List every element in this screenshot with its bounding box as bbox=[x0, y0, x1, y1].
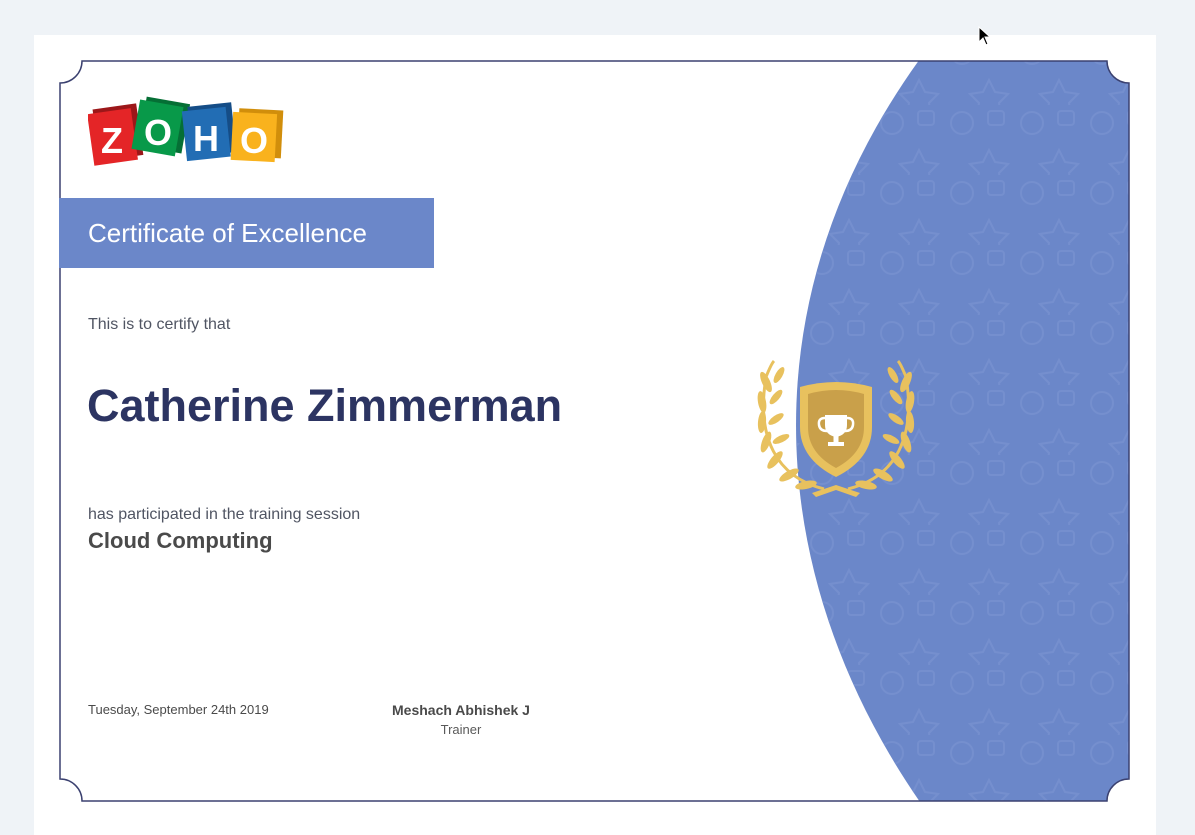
certify-intro-text: This is to certify that bbox=[88, 316, 231, 333]
logo-letter-z: Z bbox=[101, 120, 123, 161]
logo-letter-h: H bbox=[193, 118, 219, 159]
logo-letter-o: O bbox=[144, 112, 172, 153]
certificate-title: Certificate of Excellence bbox=[88, 218, 367, 248]
trainer-role: Trainer bbox=[440, 722, 482, 737]
zoho-logo: Z O H O bbox=[88, 96, 284, 166]
mouse-pointer-icon bbox=[978, 26, 992, 46]
certificate-sheet: Z O H O Certificate of Excellence This i… bbox=[34, 35, 1156, 835]
participation-text: has participated in the training session bbox=[88, 506, 361, 523]
logo-letter-o-2: O bbox=[240, 120, 268, 161]
course-name: Cloud Computing bbox=[88, 528, 273, 553]
issue-date: Tuesday, September 24th 2019 bbox=[88, 702, 269, 717]
trainer-name: Meshach Abhishek J bbox=[392, 702, 530, 718]
trainer-signature-block: Meshach Abhishek J Trainer bbox=[356, 702, 566, 737]
recipient-name: Catherine Zimmerman bbox=[87, 380, 563, 431]
title-banner: Certificate of Excellence bbox=[59, 198, 434, 268]
